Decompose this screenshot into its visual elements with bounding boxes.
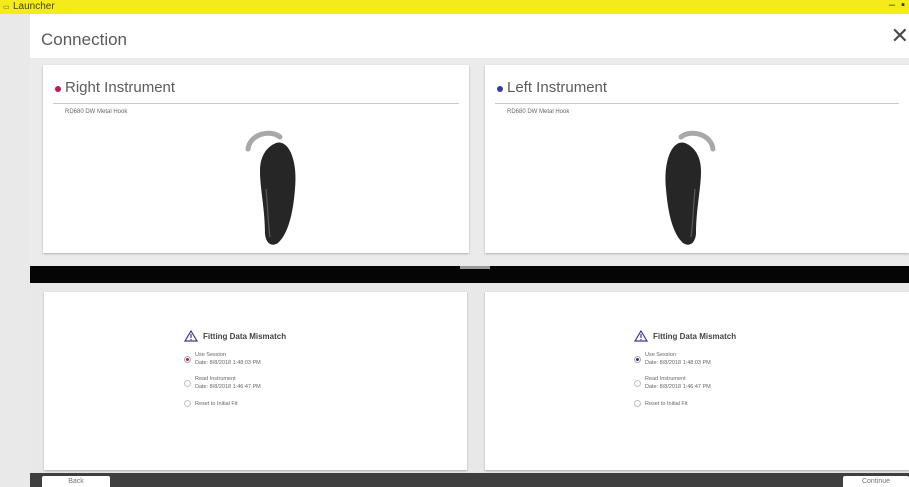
warning-icon (184, 330, 198, 342)
divider (53, 103, 459, 104)
continue-button[interactable]: Continue (843, 476, 909, 487)
option-date: Date: 8/8/2018 1:46:47 PM (645, 384, 711, 390)
title-bar: ▭ Launcher – ▪ (0, 0, 909, 14)
radio-button[interactable] (184, 356, 191, 363)
left-side-dot-icon (497, 86, 503, 92)
warning-icon (634, 330, 648, 342)
option-label: Read Instrument (645, 376, 686, 382)
option-label: Read Instrument (195, 376, 236, 382)
left-mismatch-card: Fitting Data Mismatch Use Session Date: … (485, 292, 909, 470)
hearing-aid-image-left (665, 130, 716, 245)
minimize-icon[interactable]: – (889, 0, 895, 11)
window-title: Launcher (13, 1, 55, 12)
splitter-grip-icon[interactable] (460, 266, 490, 269)
footer-bar: Back Continue (30, 473, 909, 487)
left-instrument-model: RD680 DW Metal Hook (507, 109, 570, 115)
page-header: Connection ✕ (30, 14, 909, 59)
right-side-dot-icon (55, 86, 61, 92)
panel-splitter[interactable] (30, 266, 909, 283)
mismatch-area: Fitting Data Mismatch Use Session Date: … (30, 283, 909, 473)
radio-read-instrument[interactable]: Read Instrument Date: 8/8/2018 1:46:47 P… (634, 374, 834, 396)
mismatch-title: Fitting Data Mismatch (203, 332, 287, 341)
divider (495, 103, 899, 104)
radio-use-session[interactable]: Use Session Date: 8/8/2018 1:48:03 PM (184, 350, 384, 372)
radio-button[interactable] (184, 400, 191, 407)
option-date: Date: 8/8/2018 1:46:47 PM (195, 384, 261, 390)
option-date: Date: 8/8/2018 1:48:03 PM (195, 360, 261, 366)
left-instrument-heading: Left Instrument (507, 79, 608, 96)
right-instrument-heading: Right Instrument (65, 79, 176, 96)
option-label: Use Session (195, 352, 226, 358)
radio-button[interactable] (634, 380, 641, 387)
option-label: Reset to Initial Fit (645, 401, 688, 407)
radio-button[interactable] (634, 356, 641, 363)
radio-button[interactable] (634, 400, 641, 407)
left-instrument-card: Left Instrument RD680 DW Metal Hook (485, 65, 909, 253)
maximize-icon[interactable]: ▪ (901, 0, 905, 11)
right-mismatch-group: Fitting Data Mismatch Use Session Date: … (184, 328, 384, 412)
right-instrument-card: Right Instrument RD680 DW Metal Hook (43, 65, 469, 253)
right-mismatch-card: Fitting Data Mismatch Use Session Date: … (44, 292, 467, 470)
radio-use-session[interactable]: Use Session Date: 8/8/2018 1:48:03 PM (634, 350, 834, 372)
page-title: Connection (41, 30, 128, 49)
window-controls: – ▪ (883, 0, 905, 11)
radio-button[interactable] (184, 380, 191, 387)
back-button[interactable]: Back (42, 476, 110, 487)
radio-reset-initial-fit[interactable]: Reset to Initial Fit (634, 398, 834, 412)
option-date: Date: 8/8/2018 1:48:03 PM (645, 360, 711, 366)
radio-reset-initial-fit[interactable]: Reset to Initial Fit (184, 398, 384, 412)
instruments-area: Right Instrument RD680 DW Metal Hook Lef… (30, 58, 909, 266)
radio-read-instrument[interactable]: Read Instrument Date: 8/8/2018 1:46:47 P… (184, 374, 384, 396)
app-icon: ▭ (3, 4, 10, 11)
right-instrument-model: RD680 DW Metal Hook (65, 109, 128, 115)
mismatch-title: Fitting Data Mismatch (653, 332, 737, 341)
hearing-aid-image-right (245, 130, 296, 245)
left-mismatch-group: Fitting Data Mismatch Use Session Date: … (634, 328, 834, 412)
option-label: Use Session (645, 352, 676, 358)
option-label: Reset to Initial Fit (195, 401, 238, 407)
close-icon[interactable]: ✕ (891, 25, 909, 47)
